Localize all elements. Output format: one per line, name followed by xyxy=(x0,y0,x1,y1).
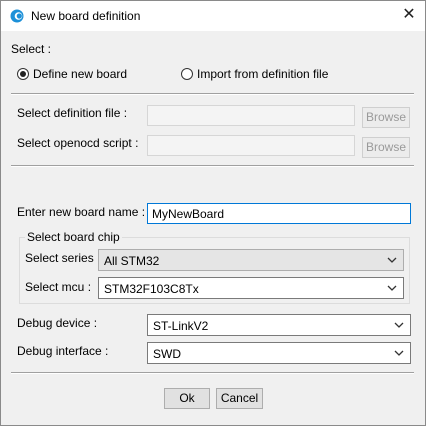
cancel-button[interactable]: Cancel xyxy=(216,388,263,409)
radio-define-new-board-label[interactable]: Define new board xyxy=(33,67,127,81)
chevron-down-icon xyxy=(387,285,397,291)
definition-file-input xyxy=(148,106,354,125)
browse-definition-button[interactable]: Browse xyxy=(362,107,410,128)
debug-device-value: ST-LinkV2 xyxy=(153,319,209,333)
separator xyxy=(11,93,414,95)
series-label: Select series : xyxy=(25,251,101,265)
debug-device-select[interactable]: ST-LinkV2 xyxy=(147,314,411,336)
ok-button[interactable]: Ok xyxy=(164,388,210,409)
radio-define-new-board[interactable] xyxy=(17,68,29,80)
debug-interface-label: Debug interface : xyxy=(17,344,109,358)
chevron-down-icon xyxy=(387,257,397,263)
radio-import-definition-label[interactable]: Import from definition file xyxy=(197,67,328,81)
mcu-label: Select mcu : xyxy=(25,280,92,294)
title-bar: New board definition ✕ xyxy=(1,1,425,31)
series-select-value: All STM32 xyxy=(104,254,160,268)
app-icon xyxy=(10,9,24,23)
chevron-down-icon xyxy=(394,322,404,328)
board-name-label: Enter new board name : xyxy=(17,205,146,219)
separator xyxy=(11,372,414,374)
board-name-field[interactable] xyxy=(147,203,411,224)
window-title: New board definition xyxy=(31,9,141,23)
debug-interface-select[interactable]: SWD xyxy=(147,342,411,364)
separator xyxy=(11,165,414,167)
openocd-script-input xyxy=(148,136,354,155)
radio-import-definition[interactable] xyxy=(181,68,193,80)
mcu-select[interactable]: STM32F103C8Tx xyxy=(98,277,404,299)
openocd-script-label: Select openocd script : xyxy=(17,136,139,150)
board-name-input[interactable] xyxy=(148,204,410,223)
mcu-select-value: STM32F103C8Tx xyxy=(104,282,199,296)
browse-openocd-button[interactable]: Browse xyxy=(362,137,410,158)
openocd-script-field xyxy=(147,135,355,156)
definition-file-field xyxy=(147,105,355,126)
chevron-down-icon xyxy=(394,350,404,356)
select-label: Select : xyxy=(11,42,52,56)
board-chip-group-title: Select board chip xyxy=(25,230,122,244)
debug-interface-value: SWD xyxy=(153,347,181,361)
dialog-window: New board definition ✕ Select : Define n… xyxy=(0,0,426,426)
series-select[interactable]: All STM32 xyxy=(98,249,404,271)
debug-device-label: Debug device : xyxy=(17,316,98,330)
close-icon[interactable]: ✕ xyxy=(401,7,417,23)
definition-file-label: Select definition file : xyxy=(17,106,128,120)
